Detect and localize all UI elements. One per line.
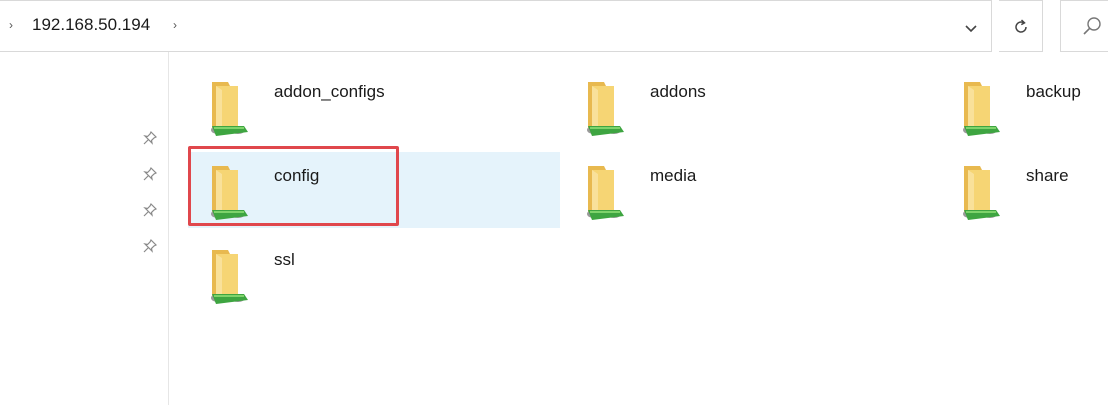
pin-icon[interactable]	[142, 202, 158, 218]
folder-name: share	[1026, 166, 1069, 185]
folder-name: config	[274, 166, 320, 185]
network-folder-icon	[574, 76, 632, 140]
network-folder-icon	[574, 160, 632, 224]
navigation-pane	[0, 52, 169, 405]
address-chevron-left[interactable]: ›	[9, 18, 13, 32]
folder-name: backup	[1026, 82, 1081, 101]
network-folder-icon	[198, 76, 256, 140]
refresh-button[interactable]	[999, 0, 1043, 52]
network-folder-icon	[198, 244, 256, 308]
folder-name: ssl	[274, 250, 295, 269]
refresh-icon	[1015, 19, 1027, 33]
folder-name: media	[650, 166, 697, 185]
pin-icon[interactable]	[142, 238, 158, 254]
pin-icon[interactable]	[142, 166, 158, 182]
folder-item-media[interactable]: media	[564, 152, 936, 228]
search-icon	[1083, 17, 1101, 35]
address-bar[interactable]: › 192.168.50.194 ›	[0, 0, 992, 52]
search-input[interactable]	[1060, 0, 1108, 52]
folder-name: addons	[650, 82, 706, 101]
folder-name: addon_configs	[274, 82, 385, 101]
folder-item-share[interactable]: share	[940, 152, 1108, 228]
chevron-down-icon[interactable]	[960, 17, 982, 39]
folder-item-backup[interactable]: backup	[940, 68, 1108, 144]
folder-item-config[interactable]: config	[188, 152, 560, 228]
folder-item-ssl[interactable]: ssl	[188, 236, 560, 312]
address-path[interactable]: 192.168.50.194	[32, 15, 150, 35]
network-folder-icon	[198, 160, 256, 224]
folder-item-addons[interactable]: addons	[564, 68, 936, 144]
folder-item-addon-configs[interactable]: addon_configs	[188, 68, 560, 144]
pin-icon[interactable]	[142, 130, 158, 146]
network-folder-icon	[950, 76, 1008, 140]
network-folder-icon	[950, 160, 1008, 224]
address-chevron-after[interactable]: ›	[173, 18, 177, 32]
